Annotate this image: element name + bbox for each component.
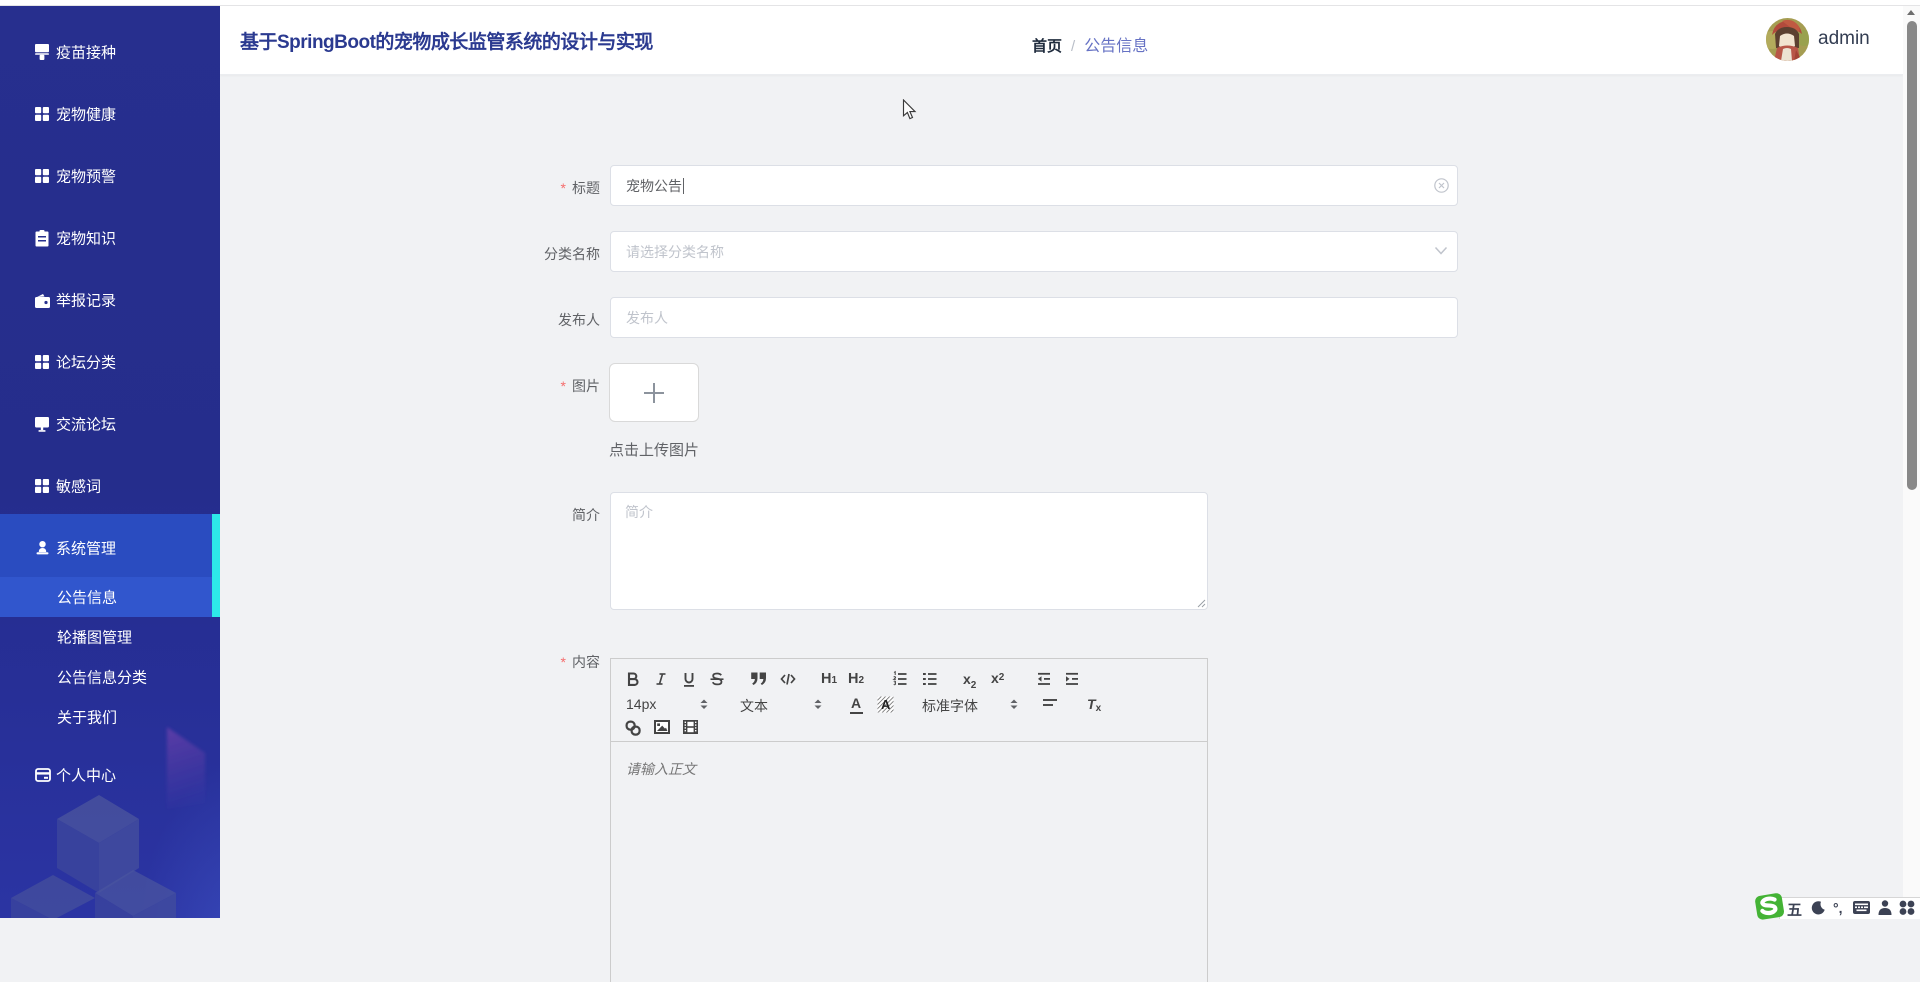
- svg-text:A: A: [881, 697, 891, 712]
